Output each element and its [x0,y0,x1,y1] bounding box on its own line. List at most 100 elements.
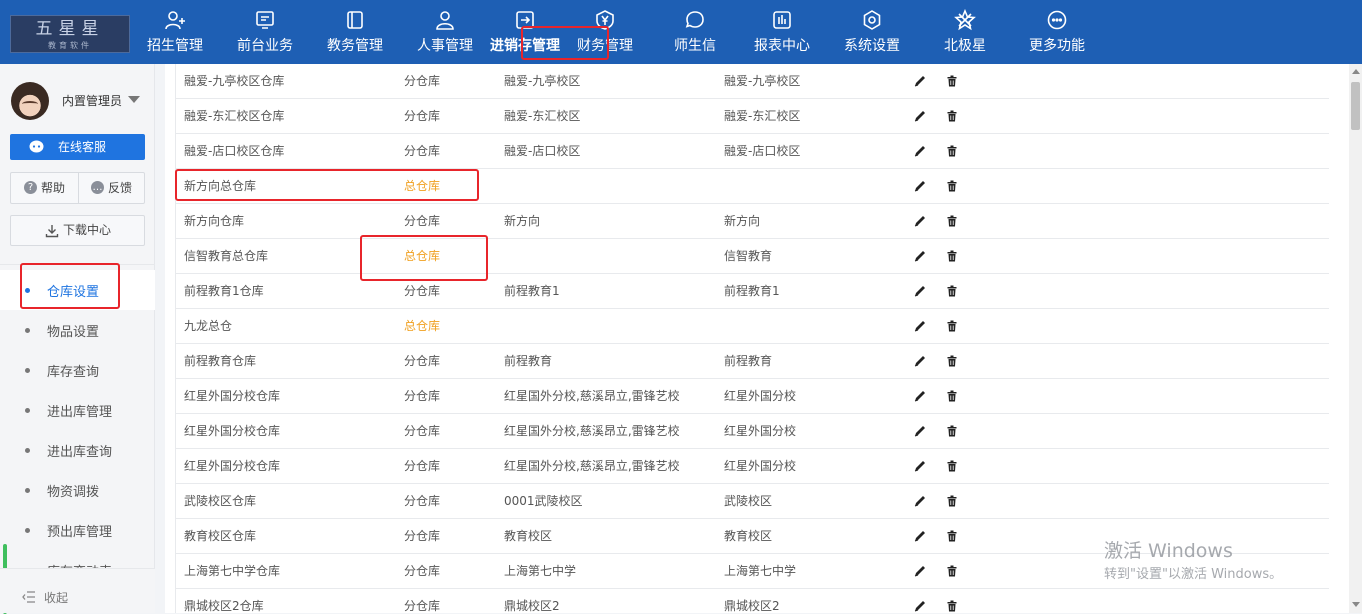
delete-trash-icon[interactable] [945,389,959,403]
edit-pencil-icon[interactable] [913,214,927,228]
delete-trash-icon[interactable] [945,354,959,368]
scroll-thumb[interactable] [1351,82,1360,130]
warehouse-org: 前程教育 [724,354,773,368]
sidebar-menu-item-6[interactable]: 物资调拨 [0,470,155,510]
download-center-label: 下载中心 [63,223,112,237]
warehouse-name: 前程教育仓库 [184,354,257,368]
nav-item-10[interactable]: 北极星 [921,0,1009,64]
sidebar-menu-item-3[interactable]: 库存查询 [0,350,155,390]
warehouse-campus: 0001武陵校区 [504,494,583,508]
edit-pencil-icon[interactable] [913,109,927,123]
warehouse-campus: 教育校区 [504,529,553,543]
delete-trash-icon[interactable] [945,424,959,438]
nav-item-3[interactable]: 教务管理 [311,0,399,64]
edit-pencil-icon[interactable] [913,424,927,438]
nav-item-label: 教务管理 [327,38,383,54]
delete-trash-icon[interactable] [945,459,959,473]
divider [78,173,79,203]
user-add-icon [164,9,186,31]
nav-item-2[interactable]: 前台业务 [221,0,309,64]
warehouse-type: 分仓库 [404,144,441,158]
nav-item-label: 人事管理 [417,38,473,54]
nav-item-label: 前台业务 [237,38,293,54]
caret-down-icon[interactable] [128,96,140,103]
delete-trash-icon[interactable] [945,284,959,298]
warehouse-campus: 融爱-店口校区 [504,144,581,158]
delete-trash-icon[interactable] [945,214,959,228]
monitor-icon [254,9,276,31]
nav-item-7[interactable]: 师生信 [651,0,739,64]
delete-trash-icon[interactable] [945,319,959,333]
delete-trash-icon[interactable] [945,564,959,578]
table-row[interactable]: 九龙总仓 总仓库 [175,309,1329,344]
delete-trash-icon[interactable] [945,144,959,158]
table-row[interactable]: 信智教育总仓库 总仓库 信智教育 [175,239,1329,274]
online-service-button[interactable]: 在线客服 [10,134,145,160]
scroll-down-arrow-icon[interactable] [1352,602,1360,607]
delete-trash-icon[interactable] [945,529,959,543]
main-scrollbar[interactable] [1349,64,1362,613]
table-row[interactable]: 红星外国分校仓库 分仓库 红星国外分校,慈溪昂立,雷锋艺校 红星外国分校 [175,414,1329,449]
table-row[interactable]: 融爱-东汇校区仓库 分仓库 融爱-东汇校区 融爱-东汇校区 [175,99,1329,134]
delete-trash-icon[interactable] [945,599,959,613]
scroll-up-arrow-icon[interactable] [1352,69,1360,74]
nav-item-4[interactable]: 人事管理 [401,0,489,64]
warehouse-campus: 上海第七中学 [504,564,577,578]
edit-pencil-icon[interactable] [913,284,927,298]
warehouse-name: 融爱-东汇校区仓库 [184,109,285,123]
edit-pencil-icon[interactable] [913,144,927,158]
warehouse-name: 武陵校区仓库 [184,494,257,508]
nav-item-1[interactable]: 招生管理 [131,0,219,64]
delete-trash-icon[interactable] [945,494,959,508]
sidebar-menu-item-7[interactable]: 预出库管理 [0,510,155,550]
warehouse-type: 总仓库 [404,319,441,333]
warehouse-type: 分仓库 [404,74,441,88]
download-icon [45,225,59,238]
avatar[interactable] [11,82,49,120]
sidebar-menu-item-2[interactable]: 物品设置 [0,310,155,350]
table-row[interactable]: 前程教育仓库 分仓库 前程教育 前程教育 [175,344,1329,379]
edit-pencil-icon[interactable] [913,564,927,578]
edit-pencil-icon[interactable] [913,74,927,88]
edit-pencil-icon[interactable] [913,599,927,613]
book-icon [344,9,366,31]
delete-trash-icon[interactable] [945,179,959,193]
warehouse-org: 教育校区 [724,529,773,543]
download-center-button[interactable]: 下载中心 [10,215,145,246]
collapse-button[interactable]: 收起 [0,568,155,613]
table-row[interactable]: 红星外国分校仓库 分仓库 红星国外分校,慈溪昂立,雷锋艺校 红星外国分校 [175,379,1329,414]
edit-pencil-icon[interactable] [913,249,927,263]
sidebar-menu-label: 物品设置 [47,325,100,340]
table-row[interactable]: 融爱-九亭校区仓库 分仓库 融爱-九亭校区 融爱-九亭校区 [175,64,1329,99]
warehouse-org: 红星外国分校 [724,424,797,438]
edit-pencil-icon[interactable] [913,459,927,473]
delete-trash-icon[interactable] [945,74,959,88]
nav-item-label: 报表中心 [754,38,810,54]
delete-trash-icon[interactable] [945,249,959,263]
table-row[interactable]: 新方向仓库 分仓库 新方向 新方向 [175,204,1329,239]
sidebar-menu-item-4[interactable]: 进出库管理 [0,390,155,430]
nav-item-11[interactable]: 更多功能 [1013,0,1101,64]
warehouse-type: 分仓库 [404,354,441,368]
table-row[interactable]: 武陵校区仓库 分仓库 0001武陵校区 武陵校区 [175,484,1329,519]
nav-item-8[interactable]: 报表中心 [738,0,826,64]
nav-item-9[interactable]: 系统设置 [828,0,916,64]
table-row[interactable]: 融爱-店口校区仓库 分仓库 融爱-店口校区 融爱-店口校区 [175,134,1329,169]
edit-pencil-icon[interactable] [913,179,927,193]
edit-pencil-icon[interactable] [913,354,927,368]
warehouse-campus: 前程教育 [504,354,553,368]
warehouse-campus: 红星国外分校,慈溪昂立,雷锋艺校 [504,389,680,403]
user-name[interactable]: 内置管理员 [62,92,122,109]
edit-pencil-icon[interactable] [913,494,927,508]
sidebar-menu-label: 进出库管理 [47,405,113,420]
logo[interactable]: 五星星 教育软件 [10,15,130,53]
warehouse-name: 新方向仓库 [184,214,245,228]
table-row[interactable]: 鼎城校区2仓库 分仓库 鼎城校区2 鼎城校区2 [175,589,1329,613]
sidebar-menu-item-5[interactable]: 进出库查询 [0,430,155,470]
table-row[interactable]: 前程教育1仓库 分仓库 前程教育1 前程教育1 [175,274,1329,309]
edit-pencil-icon[interactable] [913,319,927,333]
table-row[interactable]: 红星外国分校仓库 分仓库 红星国外分校,慈溪昂立,雷锋艺校 红星外国分校 [175,449,1329,484]
edit-pencil-icon[interactable] [913,389,927,403]
edit-pencil-icon[interactable] [913,529,927,543]
delete-trash-icon[interactable] [945,109,959,123]
